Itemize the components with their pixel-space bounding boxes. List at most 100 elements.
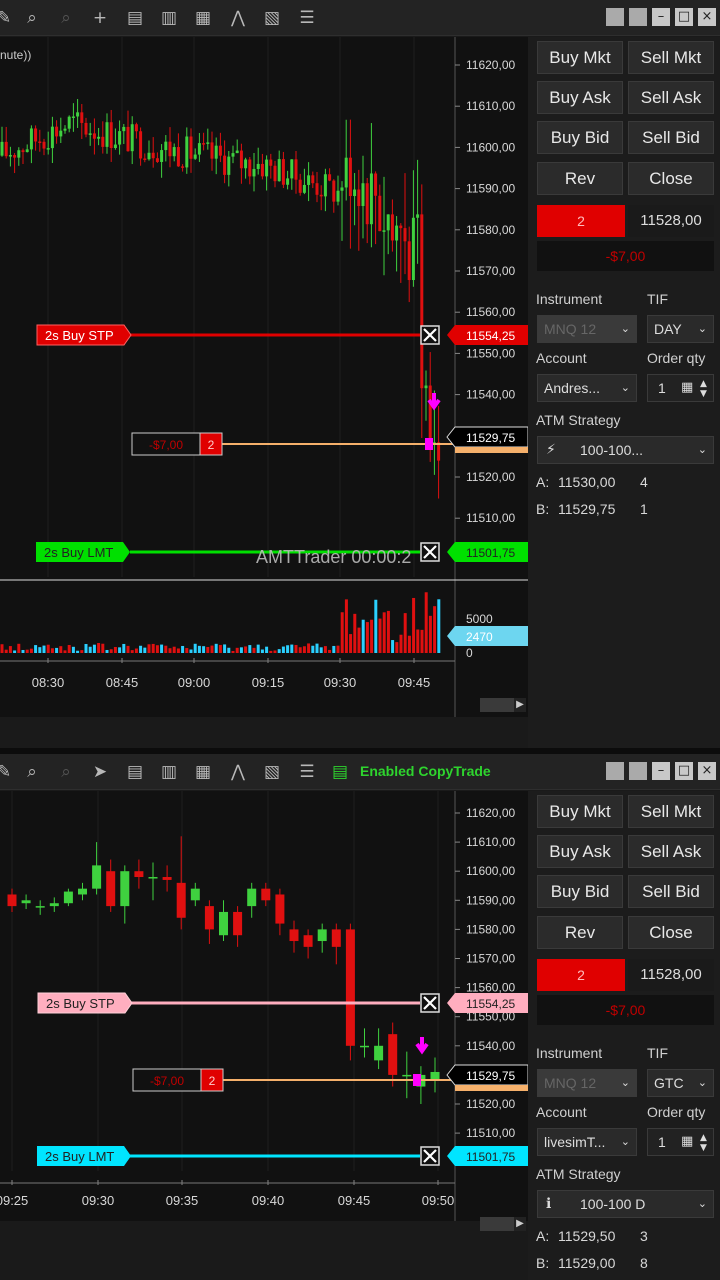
sell-ask-button[interactable]: Sell Ask: [628, 81, 714, 114]
crosshair-icon[interactable]: +: [90, 8, 110, 28]
volume-bar: [265, 646, 269, 653]
buy-bid-button[interactable]: Buy Bid: [537, 121, 623, 154]
time-tick-label: 09:25: [0, 1193, 28, 1208]
strategy-icon[interactable]: ▧: [262, 8, 282, 28]
reverse-button[interactable]: Rev: [537, 916, 623, 949]
price-tick-label: 11590,00: [466, 182, 515, 196]
maximize-icon[interactable]: □: [675, 762, 693, 780]
buy-ask-button[interactable]: Buy Ask: [537, 81, 623, 114]
copytrade-icon[interactable]: ▤: [330, 762, 350, 782]
candle-body: [76, 112, 80, 117]
bid-size: 1: [640, 501, 648, 517]
spin-down-icon[interactable]: ▼: [700, 1135, 707, 1161]
volume-bar: [139, 645, 143, 653]
candle-body: [92, 865, 102, 889]
list-icon[interactable]: ☰: [297, 8, 317, 28]
volume-bar: [231, 650, 235, 653]
candle-body: [120, 871, 130, 907]
close-icon[interactable]: ×: [698, 8, 716, 26]
sell-bid-button[interactable]: Sell Bid: [628, 121, 714, 154]
close-icon[interactable]: ×: [698, 762, 716, 780]
candle-body: [78, 888, 87, 895]
volume-bar: [168, 648, 172, 653]
drawing-tool-icon[interactable]: ✎: [0, 762, 14, 782]
order-qty-stepper[interactable]: 1 ▦ ▲ ▼: [647, 374, 714, 402]
candle-body: [437, 442, 441, 461]
candle-body: [181, 166, 185, 168]
minimize-icon[interactable]: –: [652, 8, 670, 26]
close-position-button[interactable]: Close: [628, 162, 714, 195]
minimize-icon[interactable]: –: [652, 762, 670, 780]
copytrade-status[interactable]: Enabled CopyTrade: [360, 763, 491, 779]
list-icon[interactable]: ☰: [297, 762, 317, 782]
order-qty-stepper[interactable]: 1 ▦ ▲ ▼: [647, 1128, 714, 1156]
scroll-right-icon[interactable]: ▶: [514, 698, 526, 712]
properties-icon[interactable]: ▥: [159, 762, 179, 782]
volume-bar: [290, 644, 294, 653]
time-tick-label: 09:35: [166, 1193, 199, 1208]
candle-body: [35, 906, 45, 908]
atm-strategy-select[interactable]: ℹ 100-100 D ⌄: [537, 1190, 714, 1218]
buy-market-button[interactable]: Buy Mkt: [537, 795, 623, 828]
volume-bar: [424, 592, 428, 653]
volume-bar: [336, 645, 340, 653]
atm-strategy-select[interactable]: ⚡ 100-100... ⌄: [537, 436, 714, 464]
zoom-in-icon[interactable]: ⌕: [22, 762, 42, 782]
properties-icon[interactable]: ▥: [159, 8, 179, 28]
candle-body: [122, 126, 126, 132]
bar-chart-icon[interactable]: ▦: [193, 762, 213, 782]
price-chart[interactable]: 11620,00 11610,00 11600,00 11590,00 11580,00…: [0, 37, 528, 717]
tile-icon[interactable]: [606, 762, 624, 780]
candle-body: [134, 124, 138, 132]
indicators-icon[interactable]: ⋀: [228, 8, 248, 28]
account-select[interactable]: Andres... ⌄: [537, 374, 637, 402]
buy-bid-button[interactable]: Buy Bid: [537, 875, 623, 908]
time-tick-label: 09:45: [338, 1193, 371, 1208]
bar-chart-icon[interactable]: ▦: [193, 8, 213, 28]
candle-body: [118, 131, 122, 145]
account-select[interactable]: livesimT... ⌄: [537, 1128, 637, 1156]
candle-body: [202, 143, 206, 145]
zoom-out-icon: ⌕: [61, 8, 71, 28]
sell-ask-button[interactable]: Sell Ask: [628, 835, 714, 868]
price-chart[interactable]: 11620,00 11610,00 11600,00 11590,00 11580,00…: [0, 791, 528, 1221]
data-box-icon[interactable]: ▤: [125, 8, 145, 28]
chart-canvas[interactable]: 11620,00 11610,00 11600,00 11590,00 11580,00…: [0, 791, 528, 1221]
reverse-button[interactable]: Rev: [537, 162, 623, 195]
volume-bar: [298, 647, 302, 653]
pointer-icon[interactable]: ➤: [90, 762, 110, 782]
time-tick-label: 09:30: [82, 1193, 115, 1208]
sell-bid-button[interactable]: Sell Bid: [628, 875, 714, 908]
indicators-icon[interactable]: ⋀: [228, 762, 248, 782]
data-box-icon[interactable]: ▤: [125, 762, 145, 782]
volume-bar: [181, 645, 185, 653]
strategy-icon[interactable]: ▧: [262, 762, 282, 782]
maximize-icon[interactable]: □: [675, 8, 693, 26]
calculator-icon[interactable]: ▦: [681, 1129, 693, 1155]
volume-bar: [143, 647, 147, 653]
sell-market-button[interactable]: Sell Mkt: [628, 41, 714, 74]
tif-select[interactable]: GTC ⌄: [647, 1069, 714, 1097]
close-position-button[interactable]: Close: [628, 916, 714, 949]
calculator-icon[interactable]: ▦: [681, 375, 693, 401]
volume-bar: [185, 648, 189, 653]
buy-market-button[interactable]: Buy Mkt: [537, 41, 623, 74]
sell-market-button[interactable]: Sell Mkt: [628, 795, 714, 828]
chart-canvas[interactable]: 11620,00 11610,00 11600,00 11590,00 11580,00…: [0, 37, 528, 717]
candle-body: [126, 126, 130, 152]
position-qty-label: 2: [209, 1074, 216, 1088]
volume-bar: [433, 606, 437, 653]
buy-ask-button[interactable]: Buy Ask: [537, 835, 623, 868]
drawing-tool-icon[interactable]: ✎: [0, 8, 14, 28]
volume-bar: [328, 649, 332, 653]
zoom-in-icon[interactable]: ⌕: [22, 8, 42, 28]
tile-icon[interactable]: [606, 8, 624, 26]
tif-select[interactable]: DAY ⌄: [647, 315, 714, 343]
tile2-icon[interactable]: [629, 762, 647, 780]
scroll-right-icon[interactable]: ▶: [514, 1217, 526, 1231]
candle-body: [193, 154, 197, 159]
chevron-down-icon: ⌄: [620, 1076, 630, 1089]
tile2-icon[interactable]: [629, 8, 647, 26]
volume-bar: [109, 649, 113, 653]
spin-down-icon[interactable]: ▼: [700, 381, 707, 407]
